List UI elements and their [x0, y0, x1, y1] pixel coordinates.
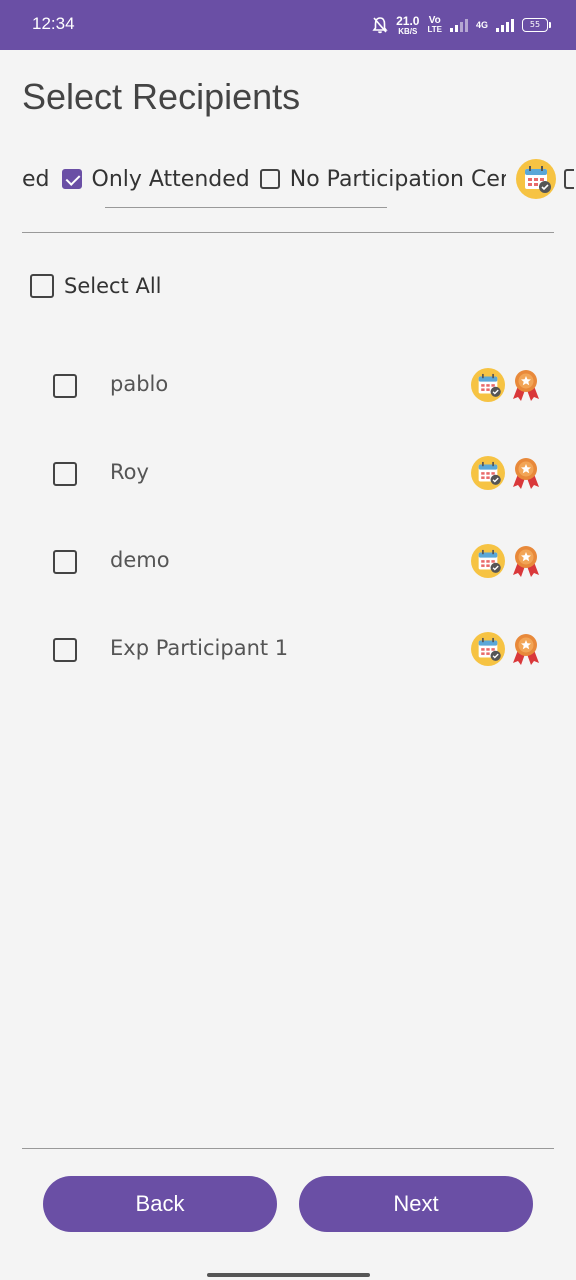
partial-checkbox[interactable] [563, 169, 574, 189]
home-indicator[interactable] [207, 1273, 370, 1277]
recipient-checkbox[interactable] [53, 374, 77, 398]
volte-indicator: Vo LTE [427, 15, 442, 35]
divider [22, 232, 554, 233]
list-item[interactable]: Roy [0, 430, 576, 518]
calendar-check-icon [471, 544, 505, 578]
award-ribbon-icon [513, 634, 539, 665]
only-attended-checkbox[interactable] [61, 169, 82, 189]
filter-label: Only Attended [91, 166, 250, 192]
bell-off-icon [372, 17, 388, 34]
select-all-label: Select All [64, 274, 162, 298]
filter-scroll[interactable]: ed Only Attended No Participation Cert [0, 155, 576, 203]
status-time: 12:34 [32, 14, 75, 33]
filter-only-attended[interactable]: Only Attended [61, 166, 260, 192]
filter-fragment: ed [22, 166, 50, 192]
network-speed: 21.0 KB/S [396, 13, 420, 36]
filter-no-participation[interactable]: No Participation Cert [259, 166, 516, 192]
next-button[interactable]: Next [299, 1176, 533, 1232]
calendar-check-icon [471, 368, 505, 402]
recipient-name: Exp Participant 1 [110, 636, 289, 660]
divider [22, 1148, 554, 1149]
signal-icon [449, 18, 468, 32]
recipient-name: pablo [110, 372, 169, 396]
signal-icon-2 [496, 18, 514, 32]
calendar-check-icon [471, 632, 505, 666]
recipient-name: demo [110, 548, 170, 572]
list-item[interactable]: pablo [0, 342, 576, 430]
award-ribbon-icon [513, 370, 539, 401]
calendar-check-icon [471, 456, 505, 490]
recipient-name: Roy [110, 460, 149, 484]
award-ribbon-icon [513, 458, 539, 489]
recipient-list: pablo Roy demo Exp Participant 1 [0, 342, 576, 694]
network-4g: 4G [475, 19, 488, 30]
select-all-checkbox[interactable] [30, 274, 54, 298]
recipient-checkbox[interactable] [53, 638, 77, 662]
select-all-row[interactable]: Select All [30, 274, 162, 298]
no-participation-checkbox[interactable] [259, 169, 280, 189]
list-item[interactable]: Exp Participant 1 [0, 606, 576, 694]
calendar-check-icon [515, 159, 556, 199]
back-button[interactable]: Back [43, 1176, 277, 1232]
award-ribbon-icon [513, 546, 539, 577]
battery-icon: 55 [522, 18, 551, 32]
filter-scroll-indicator [105, 207, 387, 208]
recipient-checkbox[interactable] [53, 550, 77, 574]
status-icons: 21.0 KB/S Vo LTE 4G 55 [372, 12, 551, 38]
list-item[interactable]: demo [0, 518, 576, 606]
status-bar: 12:34 21.0 KB/S Vo LTE 4G 55 [0, 0, 576, 50]
filter-label: No Participation Cert [289, 166, 506, 192]
page-title: Select Recipients [22, 76, 301, 117]
recipient-checkbox[interactable] [53, 462, 77, 486]
